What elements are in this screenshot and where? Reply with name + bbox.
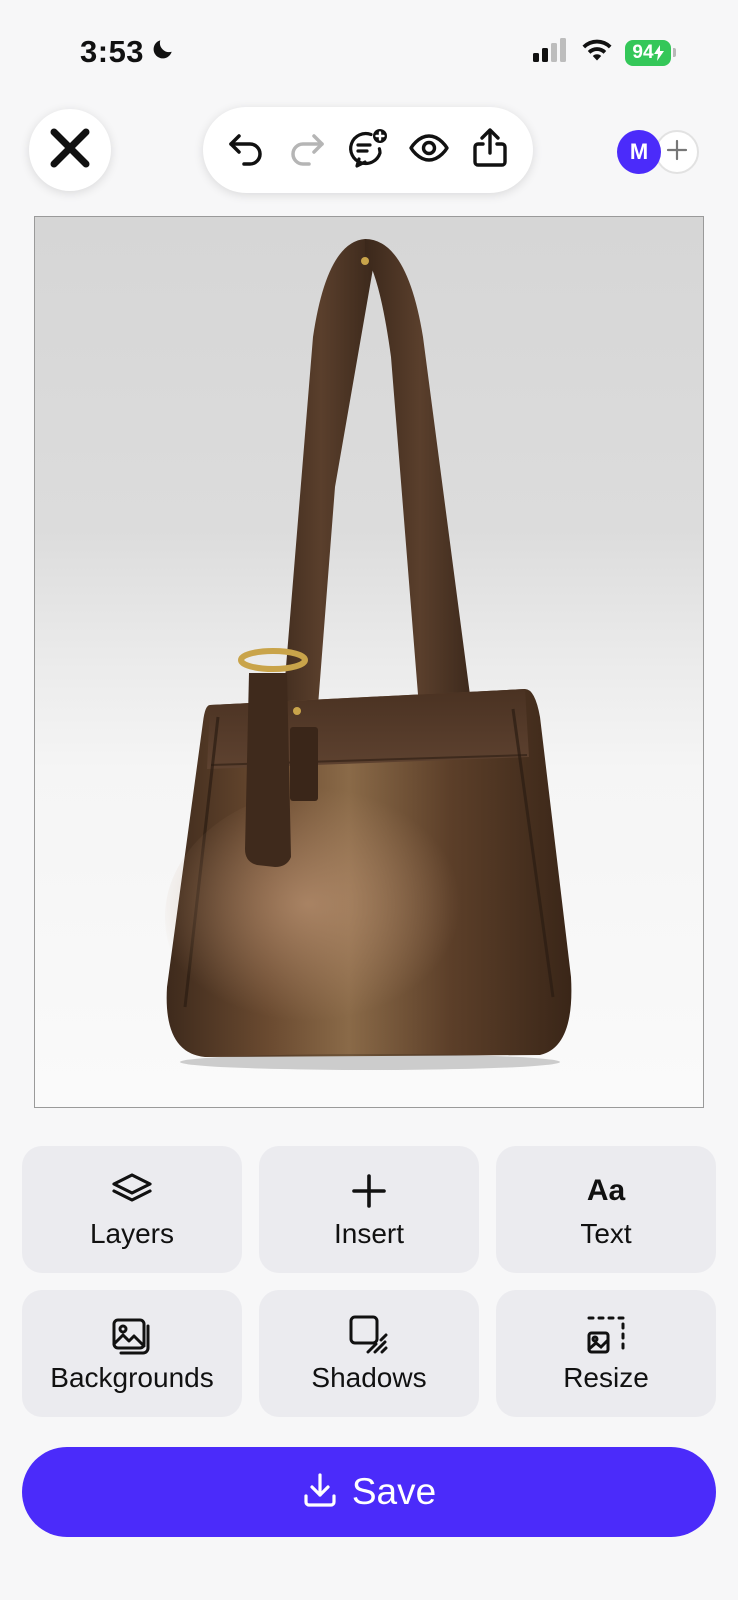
download-icon bbox=[302, 1472, 338, 1513]
backgrounds-icon bbox=[111, 1314, 153, 1356]
resize-label: Resize bbox=[563, 1361, 649, 1393]
design-canvas[interactable] bbox=[34, 216, 704, 1108]
cellular-signal-icon bbox=[533, 38, 569, 67]
resize-button[interactable]: Resize bbox=[496, 1290, 716, 1417]
add-collaborator-button[interactable] bbox=[655, 130, 699, 174]
plus-icon bbox=[666, 139, 688, 166]
resize-icon bbox=[586, 1314, 626, 1356]
avatar[interactable]: M bbox=[617, 130, 661, 174]
wifi-icon bbox=[581, 38, 613, 67]
preview-button[interactable] bbox=[405, 126, 453, 174]
status-time-text: 3:53 bbox=[80, 34, 145, 69]
share-icon bbox=[469, 127, 511, 174]
undo-icon bbox=[226, 128, 266, 173]
battery-percent: 94 bbox=[632, 41, 654, 63]
battery-tip bbox=[673, 48, 676, 57]
avatar-initial: M bbox=[629, 139, 649, 164]
shadows-icon bbox=[348, 1314, 390, 1356]
layers-icon bbox=[111, 1170, 153, 1212]
insert-label: Insert bbox=[333, 1217, 405, 1249]
redo-button[interactable] bbox=[283, 126, 331, 174]
save-label: Save bbox=[351, 1471, 437, 1512]
battery-indicator: 94 bbox=[625, 39, 676, 66]
add-comment-icon bbox=[347, 127, 389, 174]
layers-button[interactable]: Layers bbox=[22, 1146, 242, 1273]
close-button[interactable] bbox=[29, 109, 111, 191]
shadows-button[interactable]: Shadows bbox=[259, 1290, 479, 1417]
backgrounds-button[interactable]: Backgrounds bbox=[22, 1290, 242, 1417]
status-time: 3:53 bbox=[80, 34, 176, 70]
shadows-label: Shadows bbox=[311, 1361, 427, 1393]
save-button[interactable]: Save bbox=[22, 1447, 716, 1537]
moon-icon bbox=[150, 34, 176, 70]
bag-buckle-tab bbox=[245, 673, 291, 867]
status-indicators: 94 bbox=[533, 38, 676, 67]
text-button[interactable]: Aa Text bbox=[496, 1146, 716, 1273]
backgrounds-label: Backgrounds bbox=[50, 1361, 214, 1393]
text-label: Text bbox=[580, 1217, 632, 1249]
insert-button[interactable]: Insert bbox=[259, 1146, 479, 1273]
text-aa-icon: Aa bbox=[587, 1170, 625, 1212]
add-comment-button[interactable] bbox=[344, 126, 392, 174]
undo-button[interactable] bbox=[222, 126, 270, 174]
product-image-bag[interactable] bbox=[35, 217, 704, 1108]
charging-bolt-icon bbox=[653, 44, 664, 61]
editor-toolbar bbox=[203, 107, 533, 193]
text-aa-glyph: Aa bbox=[586, 1173, 626, 1207]
preview-eye-icon bbox=[408, 127, 450, 174]
action-grid: Layers Insert Aa Text Backgrounds Shadow… bbox=[22, 1146, 716, 1417]
plus-icon bbox=[351, 1170, 387, 1212]
share-button[interactable] bbox=[466, 126, 514, 174]
redo-icon bbox=[287, 128, 327, 173]
close-icon bbox=[48, 126, 92, 175]
layers-label: Layers bbox=[89, 1217, 175, 1249]
battery-level: 94 bbox=[625, 39, 671, 66]
